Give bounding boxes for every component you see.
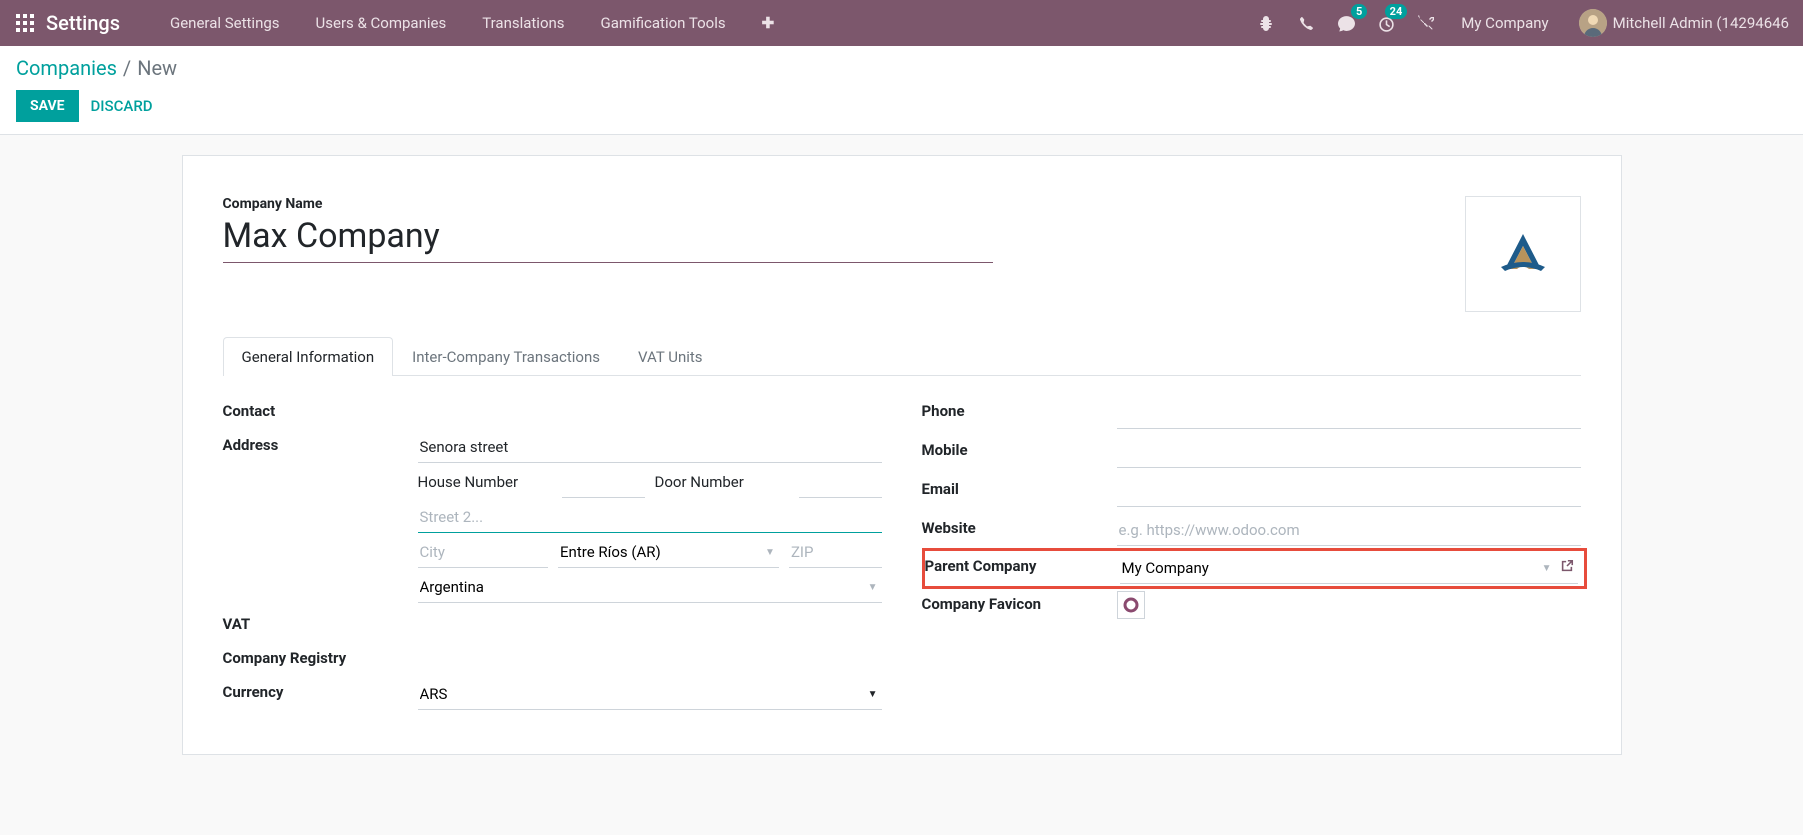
mobile-input[interactable] — [1117, 437, 1581, 468]
company-logo[interactable] — [1465, 196, 1581, 312]
chevron-down-icon[interactable]: ▼ — [761, 547, 779, 558]
mobile-label: Mobile — [922, 437, 1117, 459]
house-number-input[interactable] — [562, 467, 644, 498]
chevron-down-icon[interactable]: ▼ — [864, 689, 882, 700]
currency-value[interactable] — [418, 679, 864, 709]
timer-icon[interactable]: 24 — [1375, 12, 1397, 34]
parent-company-select[interactable]: ▼ — [1120, 553, 1578, 584]
chevron-down-icon[interactable]: ▼ — [864, 582, 882, 593]
website-input[interactable] — [1117, 515, 1581, 546]
nav-item-translations[interactable]: Translations — [464, 0, 582, 46]
form-container: Company Name General Information Inter-C… — [0, 135, 1803, 775]
bug-icon[interactable] — [1255, 12, 1277, 34]
form-sheet: Company Name General Information Inter-C… — [182, 155, 1622, 755]
breadcrumb-sep: / — [123, 56, 131, 80]
zip-input[interactable] — [789, 537, 882, 568]
parent-company-value[interactable] — [1120, 553, 1538, 583]
city-input[interactable] — [418, 537, 549, 568]
state-select[interactable]: ▼ — [558, 537, 779, 568]
nav-item-general-settings[interactable]: General Settings — [152, 0, 298, 46]
favicon-label: Company Favicon — [922, 591, 1117, 613]
nav-item-add[interactable]: ✚ — [744, 0, 793, 46]
phone-icon[interactable] — [1295, 12, 1317, 34]
phone-input[interactable] — [1117, 398, 1581, 429]
house-number-label: House Number — [418, 467, 553, 498]
parent-company-label: Parent Company — [925, 553, 1120, 575]
avatar-icon — [1579, 9, 1607, 37]
timer-badge: 24 — [1385, 4, 1408, 19]
country-select[interactable]: ▼ — [418, 572, 882, 603]
messages-badge: 5 — [1351, 4, 1367, 19]
form-col-right: Phone Mobile Email Website Parent Compan… — [922, 394, 1581, 714]
door-number-label: Door Number — [655, 467, 790, 498]
chevron-down-icon[interactable]: ▼ — [1538, 563, 1556, 574]
tabs: General Information Inter-Company Transa… — [223, 336, 1581, 376]
breadcrumb-root[interactable]: Companies — [16, 56, 117, 80]
currency-label: Currency — [223, 679, 418, 701]
country-value[interactable] — [418, 572, 864, 602]
tab-vat-units[interactable]: VAT Units — [619, 337, 722, 376]
parent-company-row: Parent Company ▼ — [922, 548, 1587, 589]
company-switcher[interactable]: My Company — [1455, 14, 1554, 32]
external-link-icon[interactable] — [1556, 559, 1578, 577]
tools-icon[interactable] — [1415, 12, 1437, 34]
phone-label: Phone — [922, 398, 1117, 420]
vat-label: VAT — [223, 611, 418, 633]
contact-label: Contact — [223, 398, 418, 420]
tab-general-info[interactable]: General Information — [223, 337, 394, 376]
state-value[interactable] — [558, 537, 761, 567]
company-name-input[interactable] — [223, 214, 993, 263]
door-number-input[interactable] — [799, 467, 881, 498]
email-input[interactable] — [1117, 476, 1581, 507]
street2-input[interactable] — [418, 502, 882, 533]
nav-item-gamification[interactable]: Gamification Tools — [583, 0, 744, 46]
favicon-upload[interactable] — [1117, 591, 1145, 619]
breadcrumb: Companies / New — [16, 56, 1787, 80]
apps-icon[interactable] — [8, 6, 42, 40]
user-menu[interactable]: Mitchell Admin (14294646 — [1573, 9, 1795, 37]
website-label: Website — [922, 515, 1117, 537]
currency-select[interactable]: ▼ — [418, 679, 882, 710]
form-col-left: Contact Address House Number Door Number — [223, 394, 882, 714]
nav-right: 5 24 My Company Mitchell Admin (14294646 — [1255, 9, 1795, 37]
company-name-label: Company Name — [223, 196, 1465, 212]
registry-label: Company Registry — [223, 645, 418, 667]
messages-icon[interactable]: 5 — [1335, 12, 1357, 34]
navbar: Settings General Settings Users & Compan… — [0, 0, 1803, 46]
save-button[interactable]: SAVE — [16, 90, 79, 122]
email-label: Email — [922, 476, 1117, 498]
breadcrumb-current: New — [137, 56, 177, 80]
address-label: Address — [223, 432, 418, 454]
nav-item-users-companies[interactable]: Users & Companies — [298, 0, 465, 46]
discard-button[interactable]: DISCARD — [91, 97, 153, 115]
control-panel: Companies / New SAVE DISCARD — [0, 46, 1803, 135]
user-name: Mitchell Admin (14294646 — [1613, 14, 1789, 32]
app-brand[interactable]: Settings — [46, 11, 120, 35]
tab-intercompany[interactable]: Inter-Company Transactions — [393, 337, 619, 376]
nav-menu: General Settings Users & Companies Trans… — [152, 0, 792, 46]
street-input[interactable] — [418, 432, 882, 463]
